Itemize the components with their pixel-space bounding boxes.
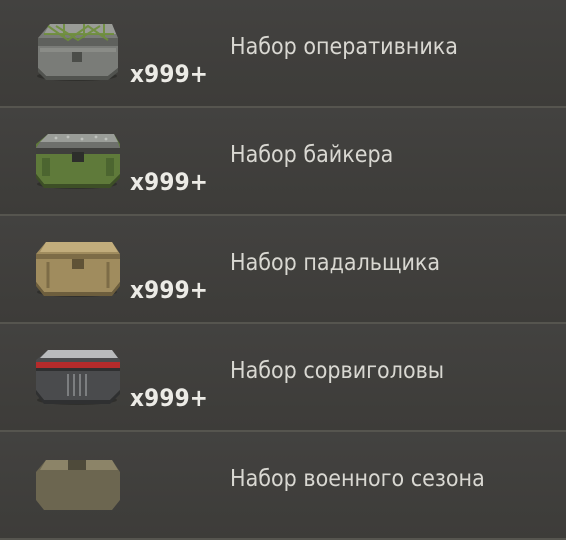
item-name: Набор байкера bbox=[230, 142, 394, 168]
operative-crate-icon bbox=[28, 16, 126, 82]
list-item-scavenger-kit[interactable]: x999+ Набор падальщика bbox=[0, 216, 566, 324]
item-name: Набор оперативника bbox=[230, 34, 458, 60]
daredevil-crate-icon bbox=[28, 340, 126, 406]
quantity-label: x999+ bbox=[130, 276, 209, 304]
scavenger-crate-icon bbox=[28, 232, 126, 298]
list-item-biker-kit[interactable]: x999+ Набор байкера bbox=[0, 108, 566, 216]
item-name: Набор военного сезона bbox=[230, 466, 485, 492]
item-list: x999+ Набор оперативника x999+ Набор бай… bbox=[0, 0, 566, 540]
list-item-daredevil-kit[interactable]: x999+ Набор сорвиголовы bbox=[0, 324, 566, 432]
quantity-label: x999+ bbox=[130, 168, 209, 196]
quantity-label: x999+ bbox=[130, 384, 209, 412]
list-item-war-season-kit[interactable]: Набор военного сезона bbox=[0, 432, 566, 540]
military-crate-icon bbox=[28, 448, 126, 514]
item-name: Набор падальщика bbox=[230, 250, 441, 276]
quantity-label: x999+ bbox=[130, 60, 209, 88]
item-name: Набор сорвиголовы bbox=[230, 358, 445, 384]
list-item-operative-kit[interactable]: x999+ Набор оперативника bbox=[0, 0, 566, 108]
biker-crate-icon bbox=[28, 124, 126, 190]
